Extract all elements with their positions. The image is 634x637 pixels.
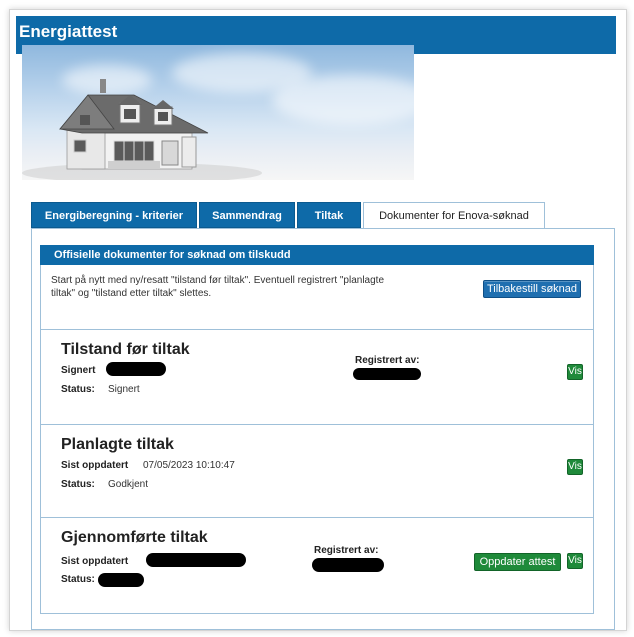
reset-application-button[interactable]: Tilbakestill søknad bbox=[483, 280, 581, 298]
last-updated-label: Sist oppdatert bbox=[61, 460, 129, 471]
status-value: Godkjent bbox=[108, 479, 149, 490]
intro-text-line2: tiltak" og "tilstand etter tiltak" slett… bbox=[51, 288, 212, 299]
tab-dokumenter[interactable]: Dokumenter for Enova-søknad bbox=[363, 202, 545, 230]
card-planlagte: Planlagte tiltak Sist oppdatert 07/05/20… bbox=[40, 425, 594, 518]
registered-by-label: Registrert av: bbox=[355, 355, 420, 366]
card-title: Gjennomførte tiltak bbox=[61, 529, 208, 546]
redacted-registrar bbox=[353, 368, 421, 380]
reset-section: Start på nytt med ny/resatt "tilstand fø… bbox=[40, 265, 594, 330]
tab-tiltak[interactable]: Tiltak bbox=[297, 202, 361, 228]
house-banner-image bbox=[22, 45, 414, 180]
redacted-signer bbox=[106, 362, 166, 376]
update-certificate-button[interactable]: Oppdater attest bbox=[474, 553, 561, 571]
documents-section-header: Offisielle dokumenter for søknad om tils… bbox=[40, 245, 594, 265]
card-gjennomforte: Gjennomførte tiltak Sist oppdatert Statu… bbox=[40, 518, 594, 614]
card-tilstand-for: Tilstand før tiltak Signert Status: Sign… bbox=[40, 330, 594, 425]
redacted-date bbox=[146, 553, 246, 567]
card-title: Tilstand før tiltak bbox=[61, 341, 190, 358]
tab-energiberegning[interactable]: Energiberegning - kriterier bbox=[31, 202, 197, 228]
intro-text-line1: Start på nytt med ny/resatt "tilstand fø… bbox=[51, 275, 385, 286]
app-title: Energiattest bbox=[19, 22, 118, 41]
view-button[interactable]: Vis bbox=[567, 459, 583, 475]
status-label: Status: bbox=[61, 384, 95, 395]
status-value: Signert bbox=[108, 384, 140, 395]
status-label: Status: bbox=[61, 479, 95, 490]
redacted-registrar bbox=[312, 558, 384, 572]
last-updated-label: Sist oppdatert bbox=[61, 556, 129, 567]
redacted-status bbox=[98, 573, 144, 587]
view-button[interactable]: Vis bbox=[567, 364, 583, 380]
registered-by-label: Registrert av: bbox=[314, 545, 379, 556]
status-label: Status: bbox=[61, 574, 95, 585]
view-button[interactable]: Vis bbox=[567, 553, 583, 569]
last-updated-value: 07/05/2023 10:10:47 bbox=[143, 460, 235, 471]
signed-label: Signert bbox=[61, 365, 96, 376]
tab-sammendrag[interactable]: Sammendrag bbox=[199, 202, 295, 228]
house-illustration-icon bbox=[22, 79, 262, 180]
card-title: Planlagte tiltak bbox=[61, 436, 174, 453]
